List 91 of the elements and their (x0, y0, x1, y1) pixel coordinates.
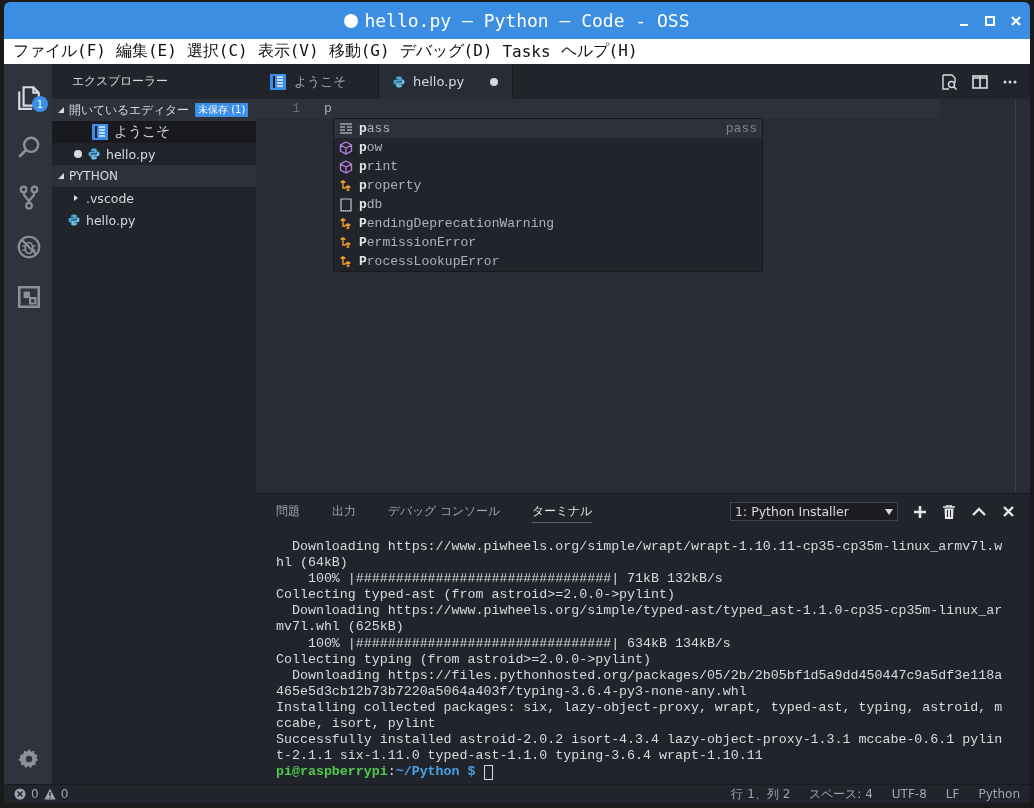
open-editor-item[interactable]: ようこそ (52, 121, 256, 143)
panel-tab[interactable]: 出力 (332, 500, 356, 523)
line-number: 1 (291, 101, 301, 116)
terminal-cursor (483, 764, 493, 780)
suggestion-item[interactable]: pow (334, 138, 762, 157)
menu-item[interactable]: Tasks (497, 42, 556, 61)
menu-item[interactable]: 移動(G) (323, 41, 395, 62)
suggestion-item[interactable]: print (334, 157, 762, 176)
terminal-line: Collecting typing (from astroid>=2.0.0->pylint) (276, 651, 653, 668)
document-icon (270, 73, 286, 90)
warning-icon (43, 788, 56, 800)
warning-count[interactable]: 0 (60, 787, 69, 801)
section-header[interactable]: PYTHON (52, 165, 256, 187)
editor-tab[interactable]: hello.py (379, 64, 514, 99)
suggestion-item[interactable]: property (334, 176, 762, 195)
plus-icon[interactable] (914, 505, 926, 518)
terminal-line: Downloading https://www.piwheels.org/simple/wrapt/wrapt-1.10.11-cp35-cp35m-linux_armv7l.w (290, 539, 1004, 556)
file-name: ようこそ (114, 123, 170, 141)
menu-item[interactable]: デバッグ(D) (394, 41, 498, 62)
terminal-prompt: pi@raspberrypi:~/Python $ (276, 764, 476, 781)
settings-icon[interactable] (18, 748, 40, 770)
count-badge: 1 (32, 96, 48, 112)
menu-item[interactable]: 表示(V) (252, 41, 324, 62)
close-icon[interactable] (1003, 506, 1014, 517)
suggestion-item[interactable]: ProcessLookupError (334, 252, 762, 271)
terminal-line: Installing collected packages: six, lazy-object-proxy, wrapt, typed-ast, typing, astroid, m (276, 699, 1004, 717)
split-editor-icon[interactable] (972, 73, 988, 90)
section-title: 開いているエディター (69, 101, 189, 119)
terminal-line: 100% |################################| 71kB 132kB/s (306, 571, 724, 588)
class-icon (339, 235, 353, 250)
status-item[interactable]: UTF-8 (891, 787, 927, 801)
text-lines-icon (339, 121, 353, 136)
panel-tab[interactable]: 問題 (276, 500, 300, 523)
module-icon (339, 197, 353, 212)
chevron-up-icon[interactable] (972, 506, 986, 517)
trash-icon[interactable] (943, 504, 955, 519)
terminal-line: 100% |################################| 634kB 134kB/s (306, 635, 732, 652)
suggestion-item[interactable]: pdb (334, 195, 762, 214)
menu-item[interactable]: ファイル(F) (8, 41, 111, 62)
document-icon (92, 124, 108, 140)
window-title: hello.py — Python — Code - OSS (364, 10, 690, 31)
python-file-icon (393, 75, 405, 88)
dropdown-caret-icon (885, 508, 893, 515)
terminal-line: mv7l.whl (625kB) (276, 619, 405, 636)
file-tree-item[interactable]: hello.py (52, 209, 256, 231)
cube-icon (339, 140, 353, 155)
no-bug-icon[interactable] (16, 234, 42, 260)
menu-item[interactable]: 選択(C) (181, 41, 253, 62)
search-icon[interactable] (16, 134, 42, 160)
python-file-icon (88, 148, 100, 160)
file-name: hello.py (86, 212, 136, 228)
suggestion-item[interactable]: PermissionError (334, 233, 762, 252)
status-item[interactable]: LF (945, 787, 960, 801)
panel-tab[interactable]: デバッグ コンソール (388, 500, 500, 523)
cube-icon (339, 159, 353, 174)
menu-item[interactable]: ヘルプ(H) (555, 41, 643, 62)
error-count[interactable]: 0 (31, 787, 39, 801)
open-editor-item[interactable]: hello.py (52, 143, 256, 165)
section-title: PYTHON (69, 169, 119, 183)
sidebar-title: エクスプローラー (71, 73, 169, 90)
class-icon (339, 178, 353, 193)
unsaved-badge: 未保存 (1) (195, 103, 249, 117)
class-icon (339, 216, 353, 231)
file-name: .vscode (86, 190, 135, 206)
python-file-icon (68, 214, 80, 226)
menu-item[interactable]: 編集(E) (110, 41, 182, 62)
suggestion-detail: pass (725, 121, 757, 136)
terminal-line: hl (64kB) (276, 555, 349, 572)
class-icon (339, 254, 353, 269)
terminal-line: t-2.1.1 six-1.11.0 typed-ast-1.1.0 typing-3.6.4 wrapt-1.10.11 (276, 748, 764, 765)
terminal-line: 465e5d3cb12b73b7220a5064a403f/typing-3.6.4-py3-none-any.whl (276, 683, 748, 700)
terminal-line: Downloading https://files.pythonhosted.org/packages/05/2b/2b05bf1d5a9dd450447c9a5df3e118a (290, 667, 1004, 684)
files-icon[interactable] (16, 84, 42, 110)
terminal-line: Successfully installed astroid-2.0.2 isort-4.3.4 lazy-object-proxy-1.3.1 mccabe-0.6.1 pylin (276, 732, 1004, 749)
status-item[interactable]: スペース: 4 (809, 785, 873, 803)
panel-tab[interactable]: ターミナル (531, 500, 592, 523)
error-icon (14, 788, 26, 800)
file-tree-item[interactable]: .vscode (52, 187, 256, 209)
section-header[interactable]: 開いているエディター 未保存 (1) (52, 99, 256, 121)
status-item[interactable]: 行 1、列 2 (731, 785, 791, 803)
status-item[interactable]: Python (978, 787, 1020, 801)
extensions-icon[interactable] (16, 284, 42, 310)
terminal-line: Downloading https://www.piwheels.org/simple/typed-ast/typed_ast-1.1.0-cp35-cp35m-linux_ar (290, 603, 1004, 620)
code-line: p (324, 101, 332, 116)
terminal-line: Collecting typed-ast (from astroid>=2.0.0->pylint) (276, 587, 676, 604)
terminal-dropdown[interactable]: 1: Python Installer (730, 502, 898, 521)
suggestion-item[interactable]: PendingDeprecationWarning (334, 214, 762, 233)
terminal-line: ccabe, isort, pylint (276, 716, 437, 733)
file-name: hello.py (106, 146, 156, 162)
suggestion-item[interactable]: pass pass (334, 119, 762, 138)
open-preview-icon[interactable] (940, 72, 958, 91)
